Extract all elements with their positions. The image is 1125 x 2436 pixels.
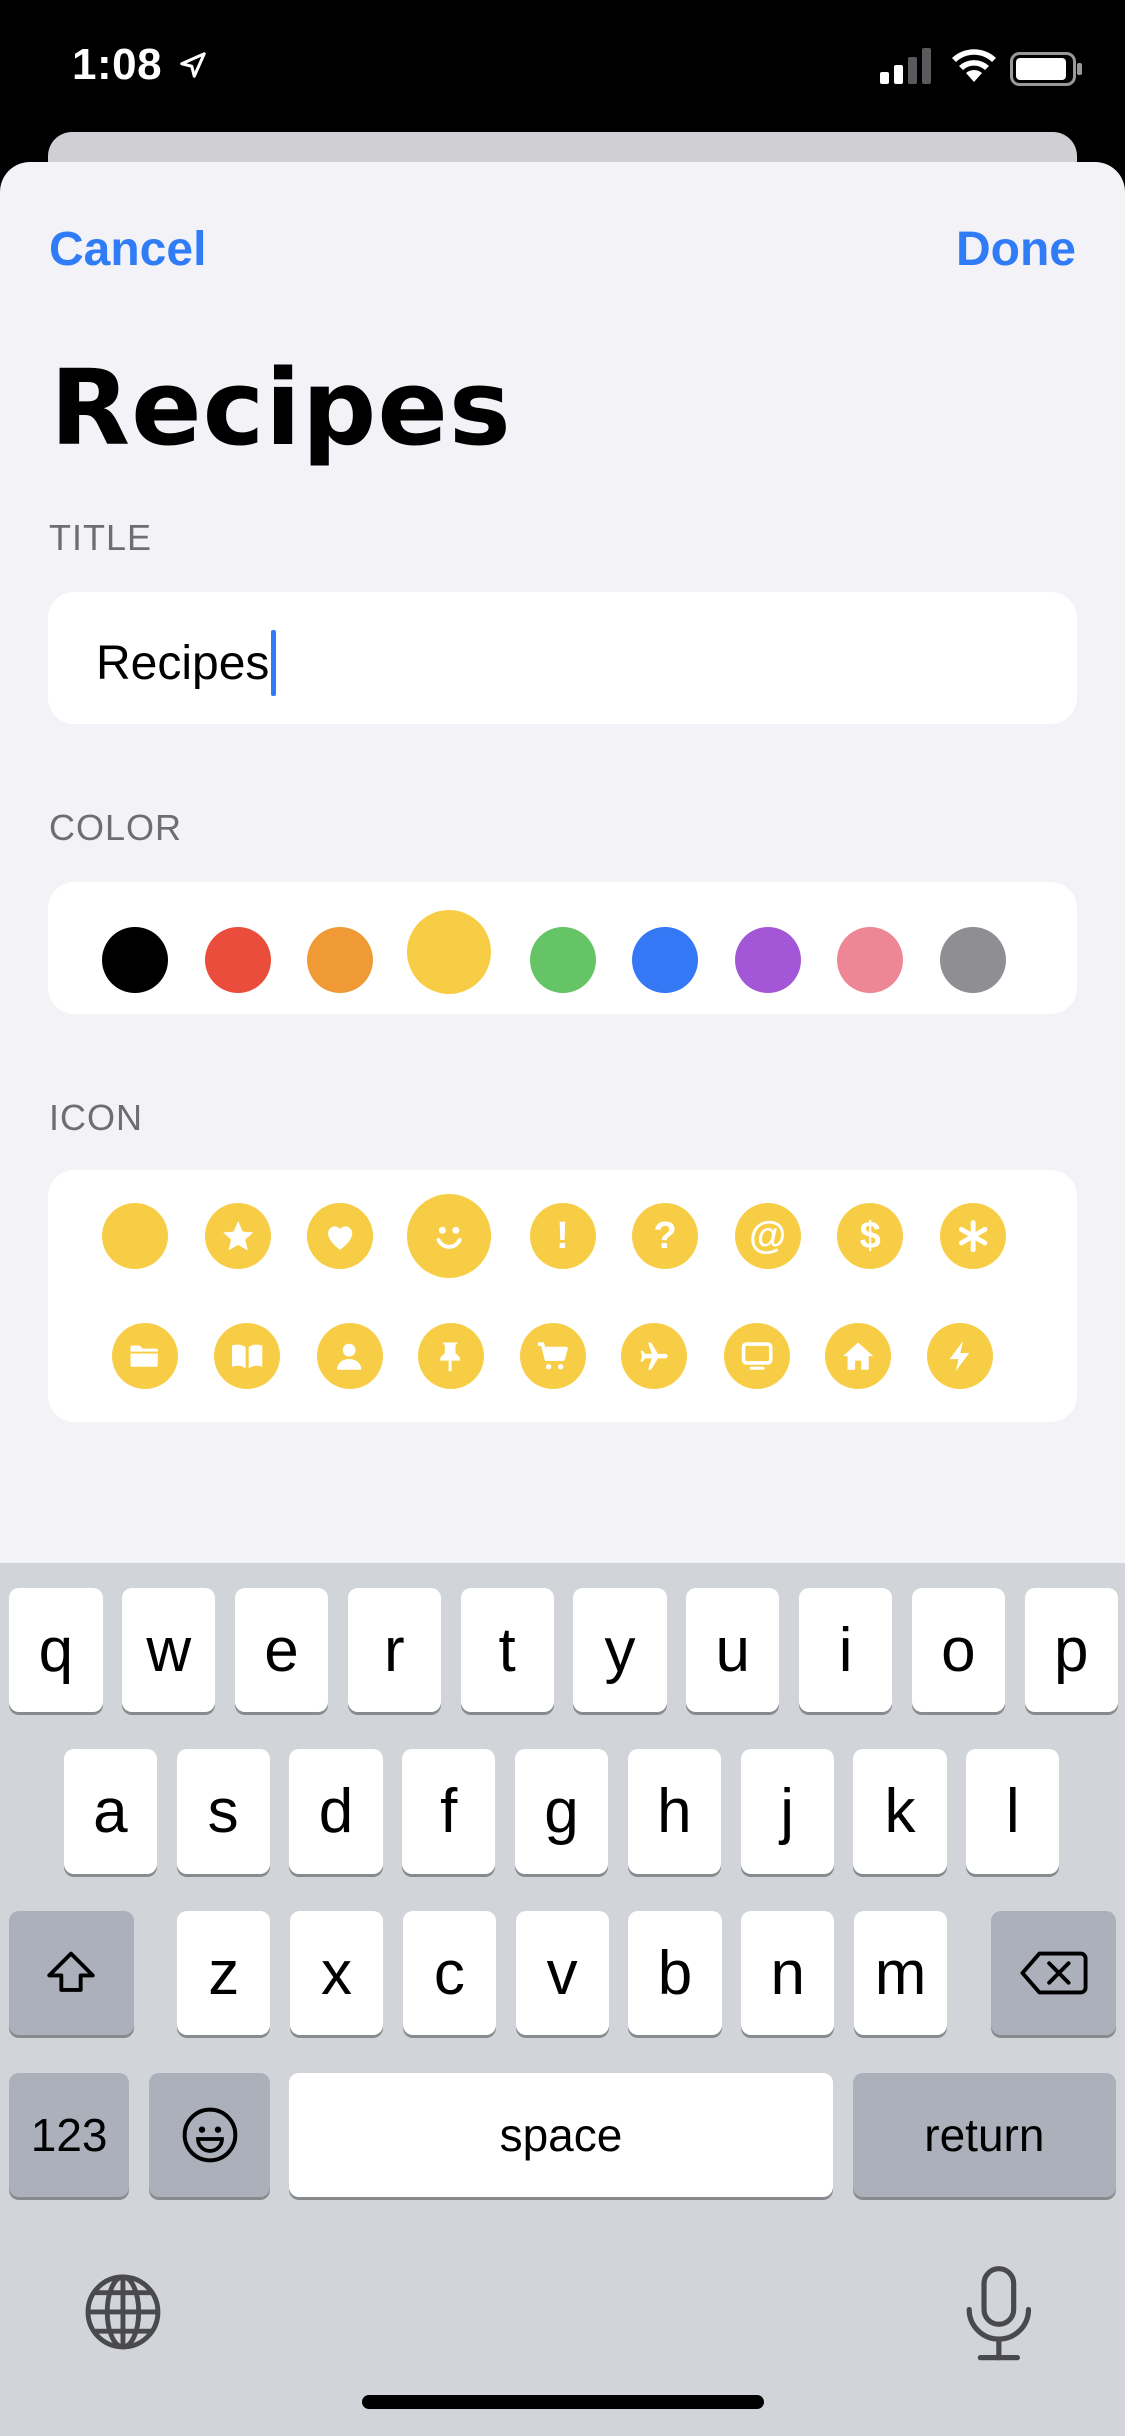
key-y[interactable]: y (573, 1587, 667, 1713)
title-section-label: TITLE (49, 517, 153, 558)
key-n[interactable]: n (741, 1911, 835, 2036)
color-swatch[interactable] (102, 927, 169, 993)
color-picker (48, 882, 1077, 1014)
question-icon[interactable]: ? (632, 1203, 699, 1269)
key-m[interactable]: m (854, 1911, 948, 2036)
location-arrow-icon (178, 50, 208, 80)
wifi-icon (950, 46, 998, 84)
emoji-key[interactable] (149, 2072, 271, 2197)
pin-icon[interactable] (417, 1323, 484, 1389)
page-title: Recipes (50, 347, 512, 469)
key-t[interactable]: t (460, 1587, 554, 1713)
icon-picker: !? @ $ (48, 1170, 1077, 1422)
heart-icon[interactable] (307, 1203, 374, 1269)
globe-icon[interactable] (81, 2270, 165, 2354)
home-indicator (362, 2395, 764, 2409)
color-swatch[interactable] (204, 927, 271, 993)
text-caret (271, 630, 277, 696)
key-b[interactable]: b (628, 1911, 722, 2036)
key-u[interactable]: u (686, 1587, 780, 1713)
backspace-icon (1019, 1951, 1088, 1995)
status-bar: 1:08 (0, 0, 1125, 135)
monitor-icon[interactable] (723, 1323, 790, 1389)
dollar-icon[interactable]: $ (837, 1203, 904, 1269)
person-icon[interactable] (316, 1323, 383, 1389)
exclamation-icon[interactable]: ! (529, 1203, 596, 1269)
key-e[interactable]: e (234, 1587, 329, 1713)
color-swatch[interactable] (939, 927, 1006, 993)
key-p[interactable]: p (1024, 1587, 1118, 1713)
keyboard: q w e r t y u i o p a s d f g h j k l z x c v b n m 123 space return (0, 1563, 1125, 2436)
emoji-icon (182, 2107, 238, 2163)
key-s[interactable]: s (176, 1749, 270, 1874)
delete-key[interactable] (991, 1911, 1116, 2036)
color-swatch[interactable] (837, 927, 904, 993)
airplane-icon[interactable] (621, 1323, 688, 1389)
key-w[interactable]: w (122, 1587, 216, 1713)
color-swatch[interactable] (529, 927, 596, 993)
key-o[interactable]: o (911, 1587, 1006, 1713)
done-button[interactable]: Done (956, 222, 1076, 277)
smiley-icon[interactable] (407, 1194, 492, 1278)
key-j[interactable]: j (740, 1749, 834, 1874)
cellular-signal-icon (880, 48, 936, 84)
key-g[interactable]: g (514, 1749, 609, 1874)
battery-icon (1010, 52, 1084, 86)
key-r[interactable]: r (347, 1587, 441, 1713)
key-a[interactable]: a (63, 1749, 157, 1874)
color-swatch[interactable] (632, 927, 699, 993)
key-d[interactable]: d (289, 1749, 383, 1874)
title-field[interactable]: Recipes (48, 592, 1077, 724)
asterisk-icon[interactable] (939, 1203, 1006, 1269)
color-swatch[interactable] (734, 927, 801, 993)
key-k[interactable]: k (853, 1749, 947, 1874)
icon-section-label: ICON (49, 1097, 143, 1138)
shift-icon (47, 1951, 96, 1993)
color-section-label: COLOR (49, 807, 183, 848)
key-z[interactable]: z (177, 1911, 271, 2036)
key-l[interactable]: l (966, 1749, 1060, 1874)
key-i[interactable]: i (798, 1587, 893, 1713)
status-time: 1:08 (72, 40, 163, 89)
return-key[interactable]: return (853, 2072, 1116, 2197)
microphone-icon[interactable] (960, 2265, 1038, 2361)
star-icon[interactable] (204, 1203, 271, 1269)
numbers-key[interactable]: 123 (9, 2072, 129, 2197)
cancel-button[interactable]: Cancel (49, 222, 206, 277)
color-swatch[interactable] (307, 927, 374, 993)
folder-icon[interactable] (111, 1323, 178, 1389)
key-v[interactable]: v (515, 1911, 609, 2036)
title-input-value[interactable]: Recipes (96, 636, 269, 691)
key-f[interactable]: f (402, 1749, 496, 1874)
circle-icon[interactable] (102, 1203, 169, 1269)
cart-icon[interactable] (520, 1323, 587, 1389)
space-key[interactable]: space (289, 2072, 833, 2197)
screen: 1:08 Cancel Done Recipes TITLE Recipes C… (0, 0, 1125, 2436)
key-c[interactable]: c (402, 1911, 496, 2036)
key-h[interactable]: h (627, 1749, 721, 1874)
at-sign-icon[interactable]: @ (734, 1203, 801, 1269)
color-swatch[interactable] (407, 910, 492, 994)
key-x[interactable]: x (289, 1911, 384, 2036)
book-icon[interactable] (214, 1323, 281, 1389)
key-q[interactable]: q (9, 1587, 103, 1713)
bolt-icon[interactable] (927, 1323, 994, 1389)
shift-key[interactable] (9, 1911, 134, 2036)
house-icon[interactable] (824, 1323, 891, 1389)
